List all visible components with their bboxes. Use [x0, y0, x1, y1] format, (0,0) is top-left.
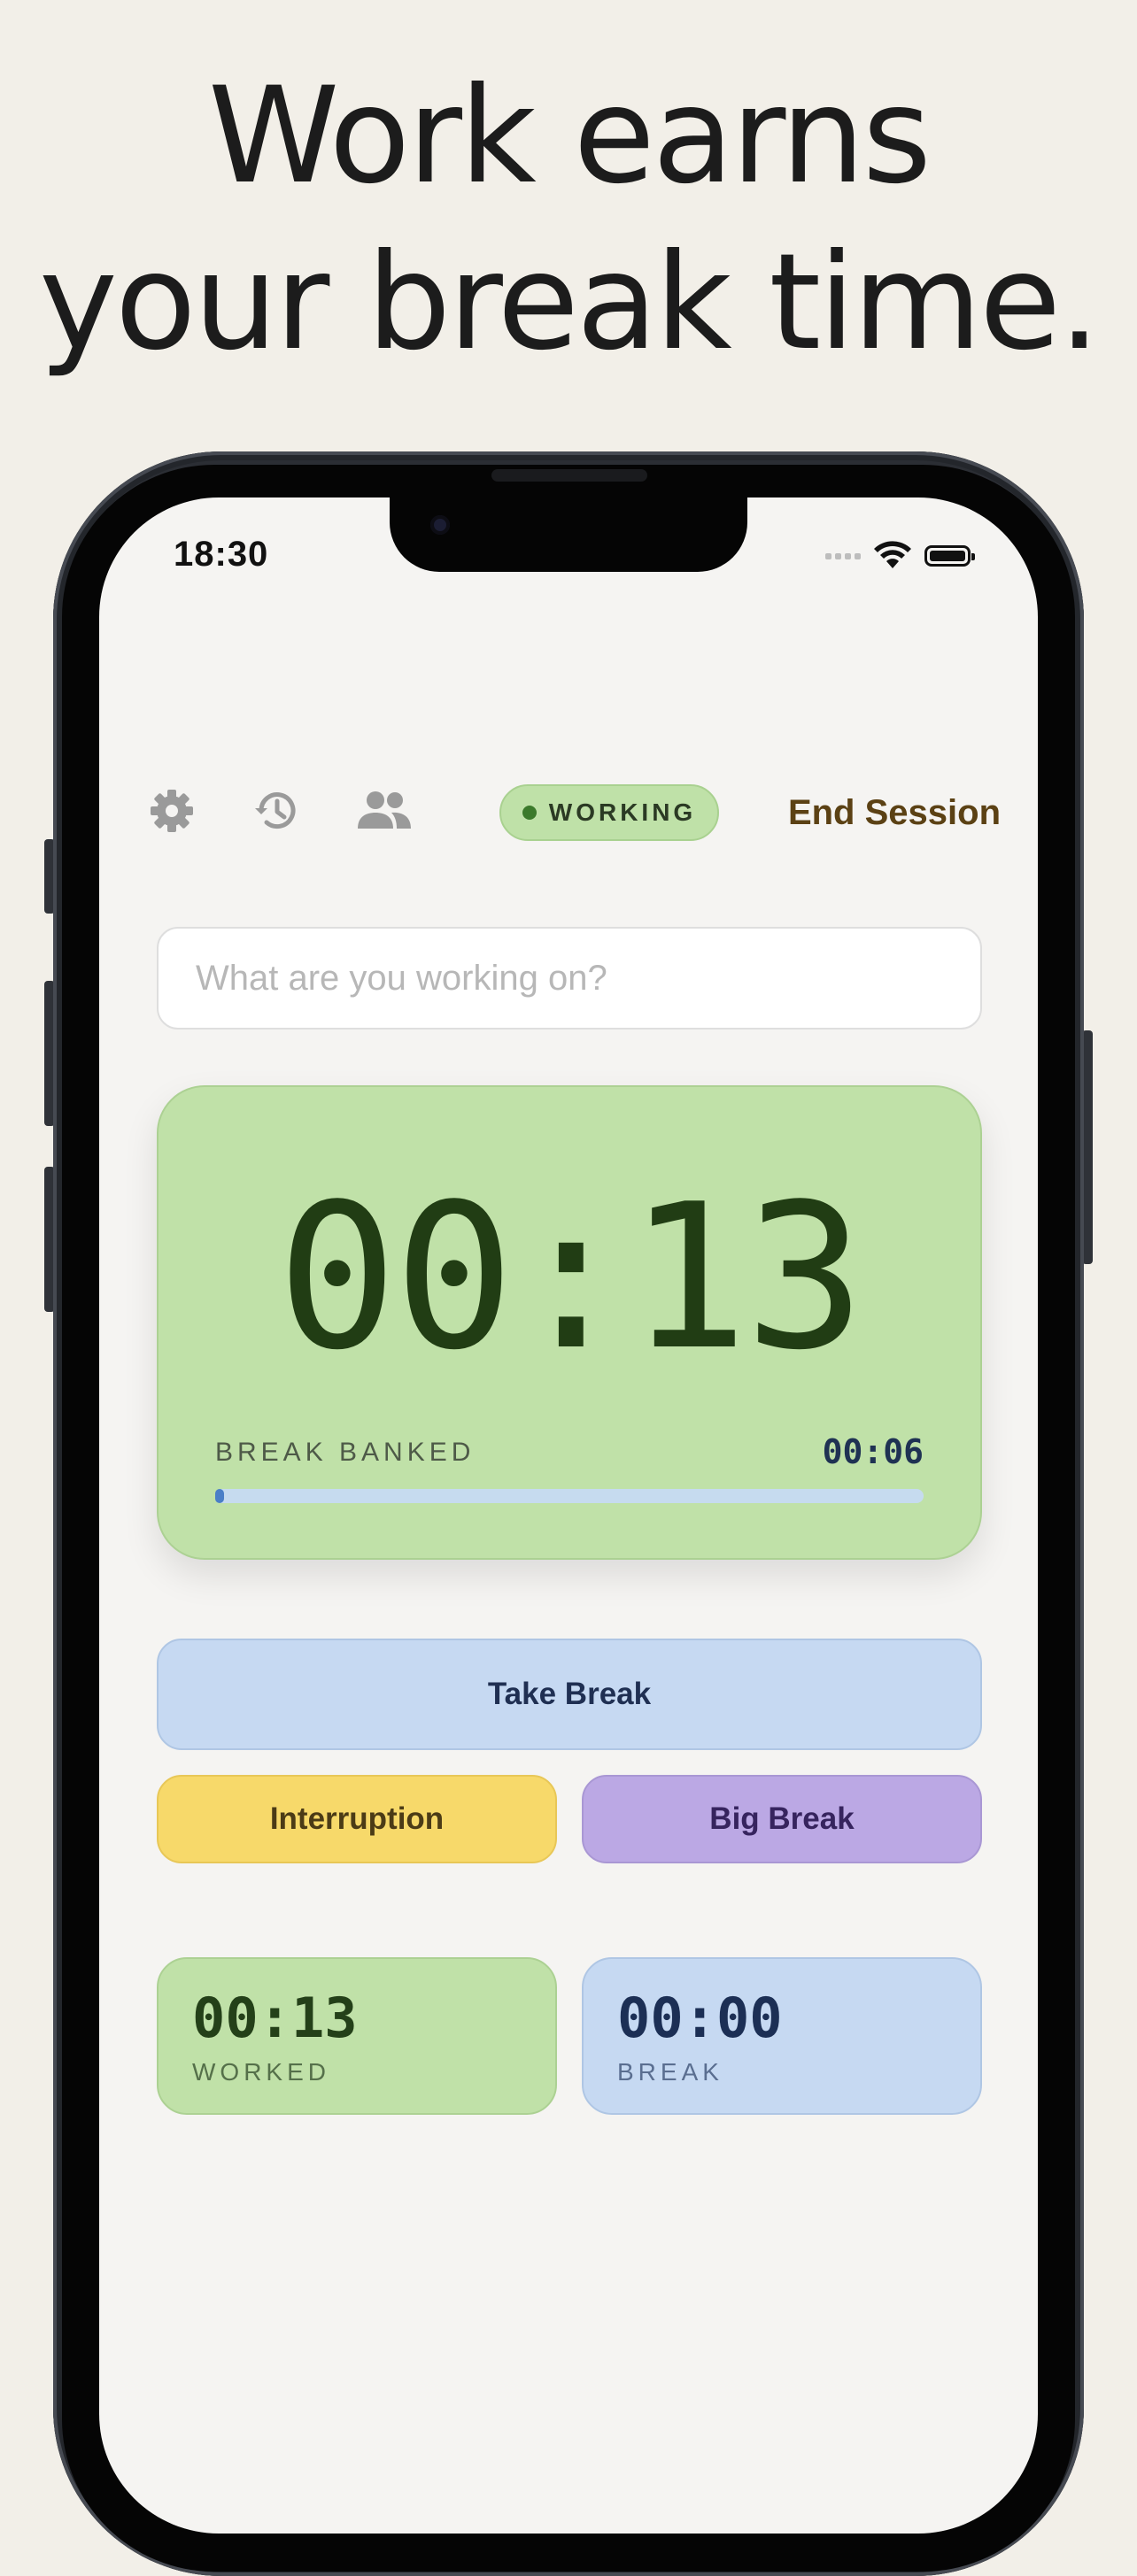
settings-gear-icon[interactable] [147, 786, 197, 836]
phone-notch [390, 497, 747, 572]
break-banked-progress [215, 1489, 924, 1503]
end-session-button[interactable]: End Session [762, 788, 1001, 837]
take-break-button[interactable]: Take Break [157, 1639, 982, 1750]
cellular-signal-icon [825, 552, 861, 559]
people-icon[interactable] [356, 786, 413, 836]
headline-line-1: Work earns [208, 59, 932, 213]
interruption-button[interactable]: Interruption [157, 1775, 557, 1863]
break-banked-value: 00:06 [822, 1432, 924, 1471]
history-icon[interactable] [251, 786, 301, 836]
phone-speaker [491, 469, 647, 482]
battery-icon [924, 545, 975, 567]
worked-stat-value: 00:13 [192, 1986, 358, 2050]
worked-stat-card: 00:13 WORKED [157, 1957, 557, 2115]
status-bar-icons [825, 538, 975, 574]
work-timer-display: 00:13 [276, 1161, 865, 1394]
break-stat-card: 00:00 BREAK [582, 1957, 982, 2115]
work-timer-card: 00:13 BREAK BANKED 00:06 [157, 1085, 982, 1560]
big-break-button[interactable]: Big Break [582, 1775, 982, 1863]
break-stat-value: 00:00 [617, 1986, 783, 2050]
session-status-badge: WORKING [499, 784, 719, 841]
break-stat-label: BREAK [617, 2058, 723, 2086]
status-dot-icon [522, 806, 537, 820]
break-banked-label: BREAK BANKED [215, 1438, 476, 1467]
wifi-icon [874, 541, 911, 568]
status-badge-label: WORKING [548, 798, 697, 826]
marketing-headline: Work earns your break time. [0, 53, 1137, 386]
worked-stat-label: WORKED [192, 2058, 330, 2086]
break-banked-progress-fill [215, 1489, 224, 1503]
headline-line-2: your break time. [39, 226, 1101, 380]
status-bar-time: 18:30 [174, 535, 269, 574]
task-input[interactable] [157, 927, 982, 1030]
front-camera [430, 515, 450, 535]
